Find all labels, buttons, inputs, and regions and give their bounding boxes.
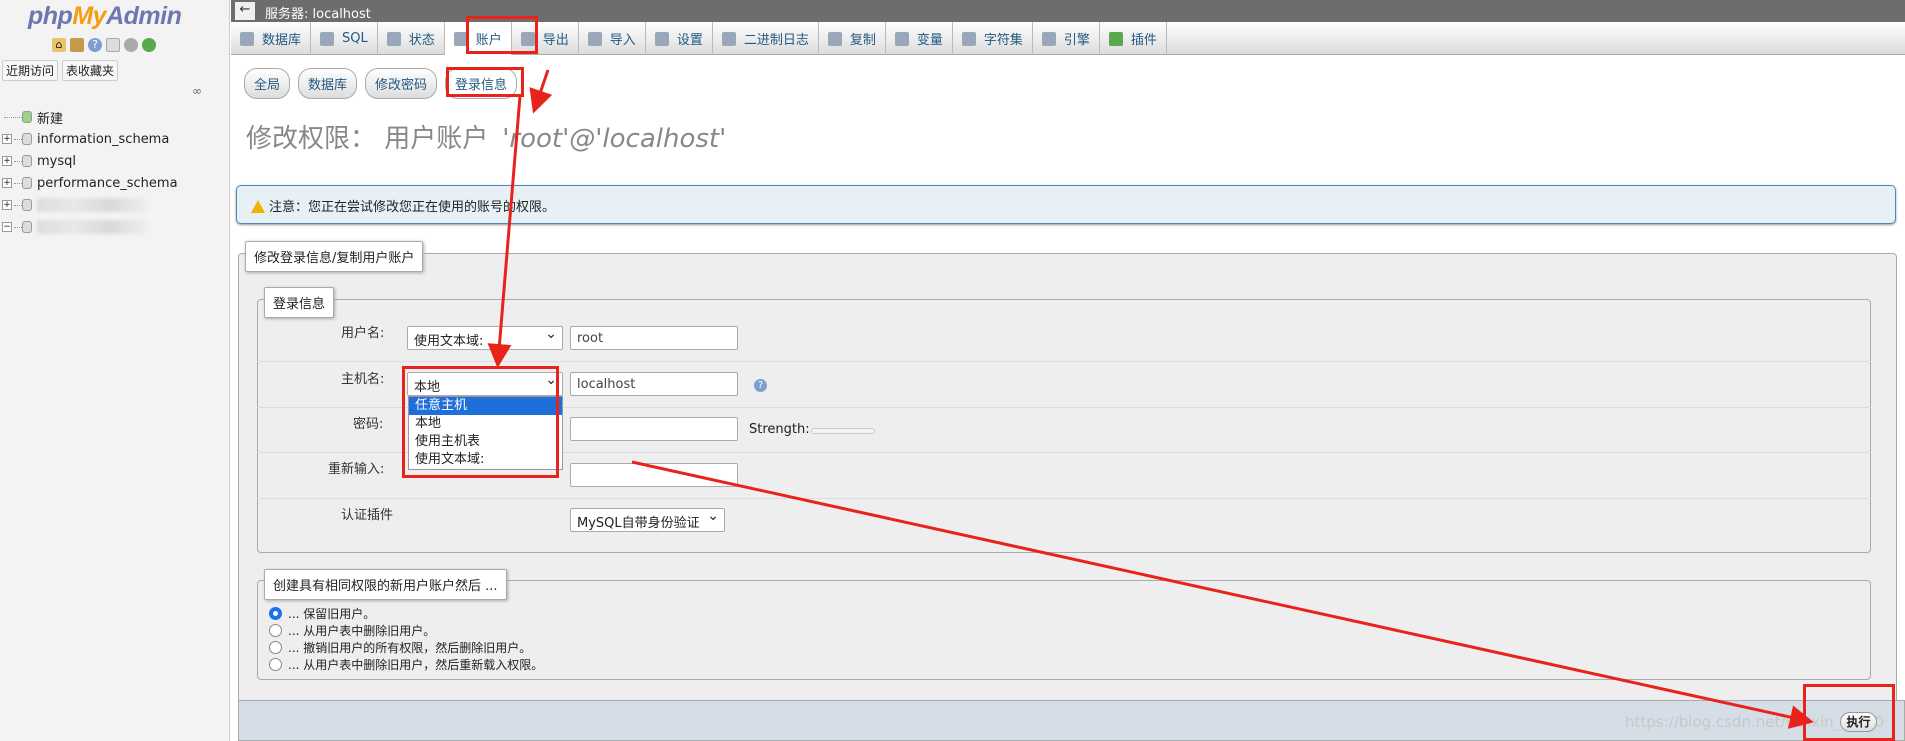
annotation-arrows xyxy=(487,69,1814,729)
arrow-to-go-button xyxy=(631,460,1814,729)
arrow-accounts-to-login xyxy=(529,69,553,114)
arrow-to-hostname xyxy=(487,95,522,368)
